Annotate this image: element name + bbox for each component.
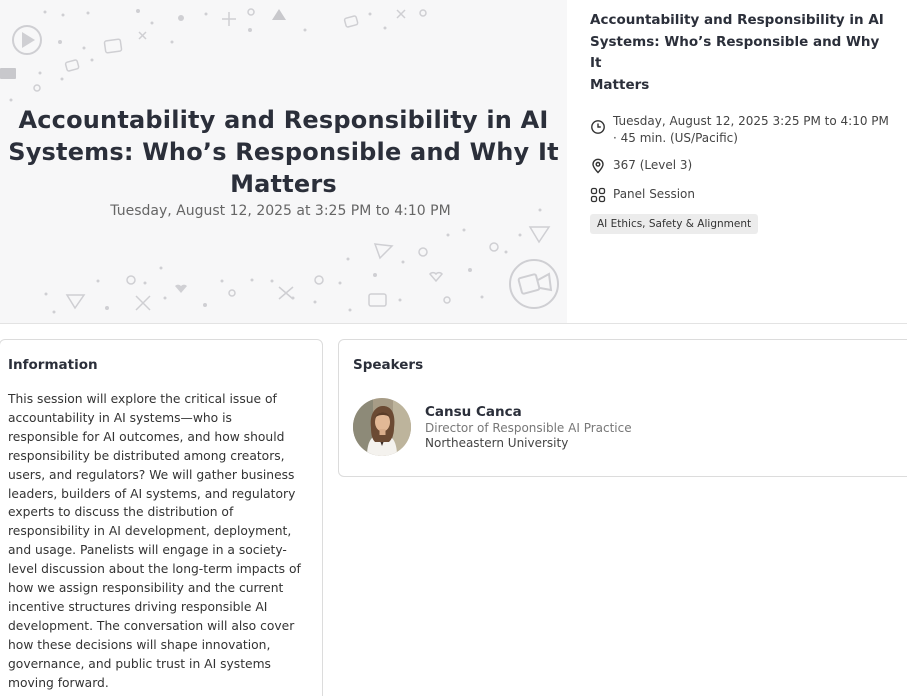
speakers-card: Speakers Cansu Canca Director of Respons…: [338, 339, 907, 477]
hero-title-line: Accountability and Responsibility in AI: [18, 106, 549, 134]
session-type: Panel Session: [613, 187, 695, 201]
information-line: experts to discuss the distribution of: [8, 505, 234, 520]
session-title: Accountability and Responsibility in AI …: [590, 10, 890, 96]
grid-icon: [590, 187, 606, 203]
session-time-row: Tuesday, August 12, 2025 3:25 PM to 4:10…: [590, 113, 890, 147]
information-line: governance, and public trust in AI syste…: [8, 656, 271, 671]
play-icon: [12, 25, 42, 55]
information-card: Information This session will explore th…: [0, 339, 323, 696]
information-line: accountability in AI systems—who is: [8, 410, 232, 425]
session-title-line: Systems: Who’s Responsible and Why It: [590, 33, 880, 72]
information-line: responsibility in AI development, deploy…: [8, 524, 292, 539]
information-line: leaders, builders of AI systems, and reg…: [8, 486, 296, 501]
speaker-avatar[interactable]: [353, 398, 411, 456]
session-title-line: Matters: [590, 76, 650, 93]
video-camera-icon: [509, 259, 559, 309]
information-line: how these decisions will shape innovatio…: [8, 637, 271, 652]
information-line: how we assign responsibility and the cur…: [8, 581, 284, 596]
information-line: incentive structures driving responsible…: [8, 599, 268, 614]
session-duration: · 45 min. (US/Pacific): [613, 131, 738, 145]
information-line: responsibility be distributed among crea…: [8, 448, 285, 463]
session-hero-banner: Accountability and Responsibility in AI …: [0, 0, 567, 323]
information-line: This session will explore the critical i…: [8, 392, 277, 406]
section-divider: [0, 323, 907, 324]
speaker-name[interactable]: Cansu Canca: [425, 404, 632, 420]
session-title-line: Accountability and Responsibility in AI: [590, 12, 884, 28]
track-tag[interactable]: AI Ethics, Safety & Alignment: [590, 214, 759, 234]
information-line: development. The conversation will also …: [8, 618, 295, 633]
session-type-row: Panel Session: [590, 186, 890, 203]
information-heading: Information: [8, 357, 98, 373]
session-details: Accountability and Responsibility in AI …: [590, 10, 890, 234]
hero-title: Accountability and Responsibility in AI …: [8, 104, 559, 200]
clock-icon: [591, 120, 605, 134]
session-time: Tuesday, August 12, 2025 3:25 PM to 4:10…: [613, 114, 889, 128]
hero-title-line: Matters: [230, 170, 337, 198]
information-line: level discussion about the long-term imp…: [8, 562, 301, 577]
session-location: 367 (Level 3): [613, 158, 693, 172]
information-line: and usage. Panelists will engage in a so…: [8, 543, 287, 558]
speakers-heading: Speakers: [353, 357, 424, 373]
session-location-row: 367 (Level 3): [590, 157, 890, 174]
speaker-organization: Northeastern University: [425, 435, 569, 450]
information-line: users, and regulators? We will gather bu…: [8, 467, 295, 482]
information-line: responsible for AI outcomes, and how sho…: [8, 429, 285, 444]
speaker-role: Director of Responsible AI Practice: [425, 420, 632, 435]
information-body: This session will explore the critical i…: [8, 390, 314, 693]
hero-datetime: Tuesday, August 12, 2025 at 3:25 PM to 4…: [110, 203, 451, 219]
information-line: moving forward.: [8, 675, 109, 690]
speaker-item[interactable]: Cansu Canca Director of Responsible AI P…: [353, 398, 632, 456]
map-pin-icon: [592, 158, 604, 174]
hero-title-line: Systems: Who’s Responsible and Why It: [8, 138, 559, 166]
